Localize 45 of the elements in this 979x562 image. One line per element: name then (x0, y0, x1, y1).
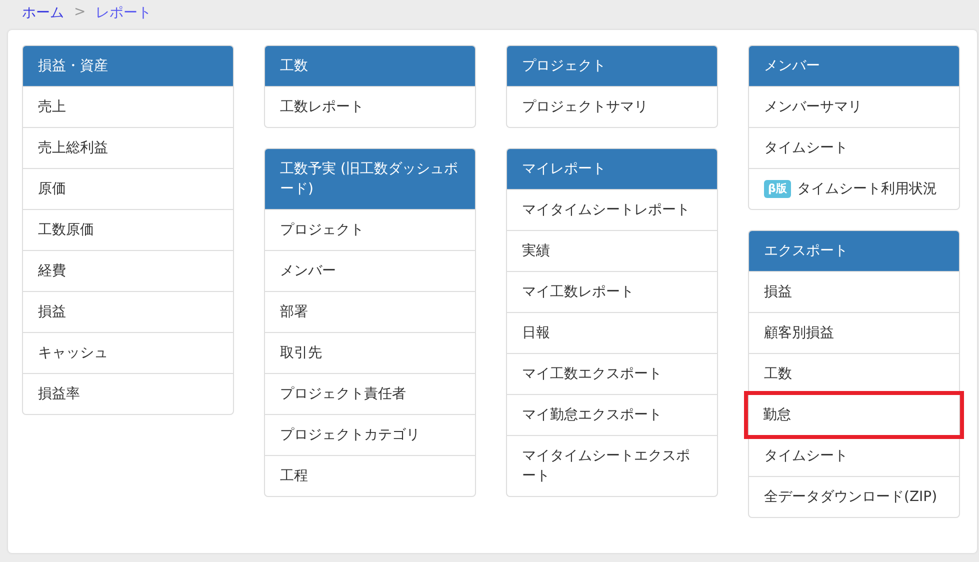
report-link[interactable]: タイムシート (749, 127, 959, 168)
report-link[interactable]: メンバー (265, 250, 475, 291)
report-link[interactable]: タイムシート (749, 435, 959, 476)
breadcrumb-link[interactable]: ホーム (22, 4, 64, 30)
report-link[interactable]: マイ工数エクスポート (507, 353, 717, 394)
report-link[interactable]: 売上総利益 (23, 127, 233, 168)
breadcrumb-link[interactable]: レポート (96, 4, 152, 30)
report-link[interactable]: メンバーサマリ (749, 86, 959, 127)
panel-heading: エクスポート (749, 231, 959, 271)
report-link[interactable]: 顧客別損益 (749, 312, 959, 353)
report-link[interactable]: 損益 (749, 271, 959, 312)
report-link[interactable]: 損益率 (23, 373, 233, 414)
report-link[interactable]: 実績 (507, 230, 717, 271)
panel-heading: メンバー (749, 46, 959, 86)
panel-heading: 工数予実 (旧工数ダッシュボード) (265, 149, 475, 209)
breadcrumb-separator: > (74, 4, 86, 22)
report-link[interactable]: 原価 (23, 168, 233, 209)
report-link[interactable]: マイ勤怠エクスポート (507, 394, 717, 435)
report-item[interactable]: β版 タイムシート利用状況 (749, 168, 959, 209)
report-link[interactable]: 経費 (23, 250, 233, 291)
report-link[interactable]: 日報 (507, 312, 717, 353)
report-link[interactable]: 取引先 (265, 332, 475, 373)
report-link[interactable]: プロジェクト (265, 209, 475, 250)
report-link[interactable]: マイタイムシートレポート (507, 189, 717, 230)
report-link[interactable]: キャッシュ (23, 332, 233, 373)
report-link[interactable]: 工数レポート (265, 86, 475, 127)
report-link[interactable]: 部署 (265, 291, 475, 332)
panel-heading: 損益・資産 (23, 46, 233, 86)
report-link[interactable]: マイ工数レポート (507, 271, 717, 312)
report-link[interactable]: 工数 (749, 353, 959, 394)
report-link[interactable]: 全データダウンロード(ZIP) (749, 476, 959, 517)
report-link[interactable]: プロジェクトカテゴリ (265, 414, 475, 455)
beta-badge: β版 (764, 180, 791, 198)
report-link[interactable]: 損益 (23, 291, 233, 332)
report-link[interactable]: プロジェクト責任者 (265, 373, 475, 414)
report-link[interactable]: 工数原価 (23, 209, 233, 250)
panel-heading: プロジェクト (507, 46, 717, 86)
panel-heading: マイレポート (507, 149, 717, 189)
report-link[interactable]: プロジェクトサマリ (507, 86, 717, 127)
report-link[interactable]: 売上 (23, 86, 233, 127)
report-link[interactable]: 勤怠 (744, 391, 964, 439)
report-link-text[interactable]: タイムシート利用状況 (796, 179, 937, 199)
report-link[interactable]: マイタイムシートエクスポート (507, 435, 717, 496)
panel-heading: 工数 (265, 46, 475, 86)
report-link[interactable]: 工程 (265, 455, 475, 496)
